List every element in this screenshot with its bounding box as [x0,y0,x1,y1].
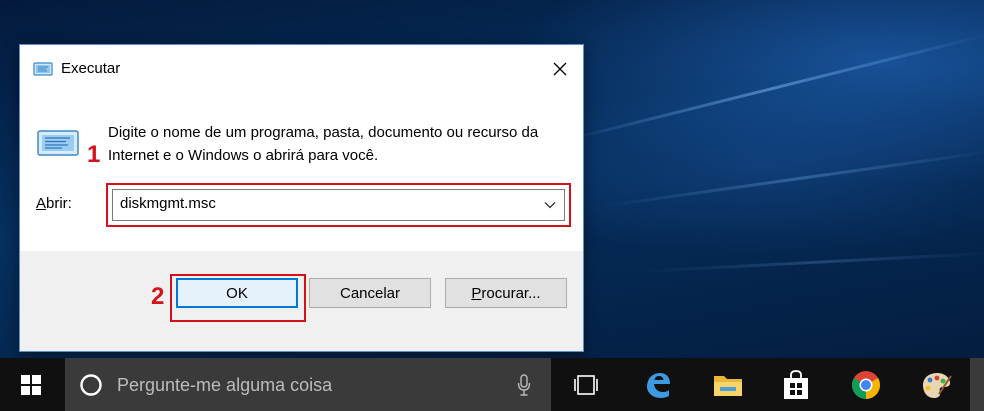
open-input-value[interactable]: diskmgmt.msc [120,195,216,212]
step-1-marker: 1 [87,141,101,168]
chevron-down-icon[interactable] [544,200,556,210]
edge-icon [647,372,670,398]
run-dialog: Executar Digite o nome de um programa, p… [19,44,584,352]
open-combobox[interactable]: diskmgmt.msc [112,189,565,221]
browse-button[interactable]: Procurar... [445,278,567,308]
show-desktop-edge[interactable] [970,358,984,411]
search-input[interactable]: Pergunte-me alguma coisa [117,375,332,396]
dialog-description: Digite o nome de um programa, pasta, doc… [108,124,539,164]
open-label-access-key: A [36,195,47,212]
run-icon [33,62,53,76]
run-program-icon [37,130,79,156]
file-explorer-button[interactable] [700,358,756,411]
chrome-icon [852,370,880,399]
window-title: Executar [61,60,121,77]
browse-label: rocurar... [481,284,541,302]
close-icon [553,62,567,76]
open-label-text: brir: [46,195,72,212]
store-button[interactable] [768,358,824,411]
windows-start-icon [21,374,41,395]
store-icon [784,369,808,399]
task-view-icon [574,374,598,395]
light-beam [639,251,984,273]
browse-access-key: P [471,284,482,302]
task-view-button[interactable] [558,358,614,411]
cancel-button[interactable]: Cancelar [309,278,431,308]
highlight-ok-button [170,274,306,322]
close-button[interactable] [537,45,583,93]
cortana-icon [80,374,102,396]
paint-button[interactable] [908,358,964,411]
search-box[interactable]: Pergunte-me alguma coisa [65,358,551,411]
file-explorer-icon [714,375,742,396]
dialog-body: Digite o nome de um programa, pasta, doc… [20,93,583,251]
microphone-icon[interactable] [517,374,531,396]
step-2-marker: 2 [151,283,165,310]
open-label: Abrir: [36,195,72,212]
start-button[interactable] [0,358,62,411]
title-bar[interactable]: Executar [20,45,583,93]
taskbar: Pergunte-me alguma coisa [0,358,984,411]
light-beam [599,149,984,208]
chrome-button[interactable] [838,358,894,411]
light-beam [559,33,984,143]
edge-button[interactable] [630,358,686,411]
paint-icon [923,372,952,398]
